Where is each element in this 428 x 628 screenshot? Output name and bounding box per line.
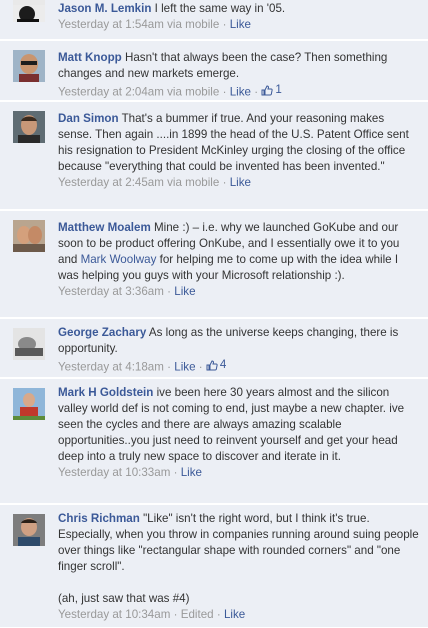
- comment-timestamp[interactable]: Yesterday at 4:18am: [58, 361, 164, 374]
- like-link[interactable]: Like: [230, 176, 251, 189]
- comment-body: George Zachary As long as the universe k…: [58, 325, 420, 357]
- comment-item: Dan Simon That's a bummer if true. And y…: [0, 102, 428, 210]
- comment-body: Dan Simon That's a bummer if true. And y…: [58, 111, 420, 175]
- comment-text-extra: (ah, just saw that was #4): [58, 591, 420, 607]
- comment-author[interactable]: Matt Knopp: [58, 51, 122, 64]
- like-link[interactable]: Like: [181, 466, 202, 479]
- comment-item: George Zachary As long as the universe k…: [0, 319, 428, 378]
- comment-text: I left the same way in '05.: [154, 2, 286, 15]
- thumbs-up-icon: [206, 359, 218, 370]
- comment-body: Mark H Goldstein ive been here 30 years …: [58, 385, 420, 465]
- avatar[interactable]: [13, 388, 45, 420]
- comment-item: Mark H Goldstein ive been here 30 years …: [0, 379, 428, 504]
- comment-timestamp[interactable]: Yesterday at 10:33am: [58, 466, 170, 479]
- edited-label[interactable]: Edited: [181, 608, 214, 621]
- like-link[interactable]: Like: [174, 285, 195, 298]
- comment-list: Jason M. Lemkin I left the same way in '…: [0, 0, 428, 628]
- like-link[interactable]: Like: [174, 361, 195, 374]
- comment-text: (ah, just saw that was #4): [58, 592, 190, 605]
- like-count[interactable]: 1: [261, 82, 282, 98]
- comment-author[interactable]: Dan Simon: [58, 112, 119, 125]
- comment-meta: Yesterday at 2:45am via mobile · Like: [58, 176, 251, 189]
- avatar[interactable]: [13, 328, 45, 360]
- comment-timestamp[interactable]: Yesterday at 10:34am: [58, 608, 170, 621]
- comment-author[interactable]: Matthew Moalem: [58, 221, 151, 234]
- comment-item: Jason M. Lemkin I left the same way in '…: [0, 0, 428, 40]
- comment-timestamp[interactable]: Yesterday at 1:54am via mobile: [58, 18, 219, 31]
- avatar[interactable]: [13, 514, 45, 546]
- comment-author[interactable]: Mark H Goldstein: [58, 386, 153, 399]
- like-count-value: 1: [275, 83, 282, 96]
- comment-meta: Yesterday at 2:04am via mobile · Like · …: [58, 82, 282, 99]
- avatar[interactable]: [13, 50, 45, 82]
- comment-meta: Yesterday at 10:33am · Like: [58, 466, 202, 479]
- comment-timestamp[interactable]: Yesterday at 2:45am via mobile: [58, 176, 219, 189]
- comment-item: Matt Knopp Hasn't that always been the c…: [0, 41, 428, 101]
- like-count-value: 4: [219, 358, 227, 371]
- like-link[interactable]: Like: [230, 86, 251, 99]
- like-link[interactable]: Like: [230, 18, 251, 31]
- comment-author[interactable]: Chris Richman: [58, 512, 140, 525]
- comment-body: Jason M. Lemkin I left the same way in '…: [58, 1, 420, 17]
- thumbs-up-icon: [261, 84, 273, 95]
- comment-author[interactable]: Jason M. Lemkin: [58, 2, 151, 15]
- comment-item: Chris Richman "Like" isn't the right wor…: [0, 505, 428, 628]
- comment-body: Matt Knopp Hasn't that always been the c…: [58, 50, 420, 82]
- comment-timestamp[interactable]: Yesterday at 3:36am: [58, 285, 164, 298]
- comment-meta: Yesterday at 4:18am · Like · 4: [58, 357, 227, 374]
- avatar[interactable]: [13, 220, 45, 252]
- comment-body: Matthew Moalem Mine :) – i.e. why we lau…: [58, 220, 420, 284]
- avatar[interactable]: [13, 111, 45, 143]
- like-count[interactable]: 4: [206, 357, 226, 373]
- comment-meta: Yesterday at 10:34am · Edited · Like: [58, 608, 246, 621]
- comment-author[interactable]: George Zachary: [58, 326, 146, 339]
- comment-timestamp[interactable]: Yesterday at 2:04am via mobile: [58, 86, 219, 99]
- comment-body: Chris Richman "Like" isn't the right wor…: [58, 511, 420, 575]
- comment-meta: Yesterday at 1:54am via mobile · Like: [58, 18, 251, 31]
- like-link[interactable]: Like: [224, 608, 245, 621]
- comment-item: Matthew Moalem Mine :) – i.e. why we lau…: [0, 211, 428, 318]
- avatar[interactable]: [13, 0, 45, 22]
- mention-link[interactable]: Mark Woolway: [81, 253, 157, 266]
- comment-meta: Yesterday at 3:36am · Like: [58, 285, 196, 298]
